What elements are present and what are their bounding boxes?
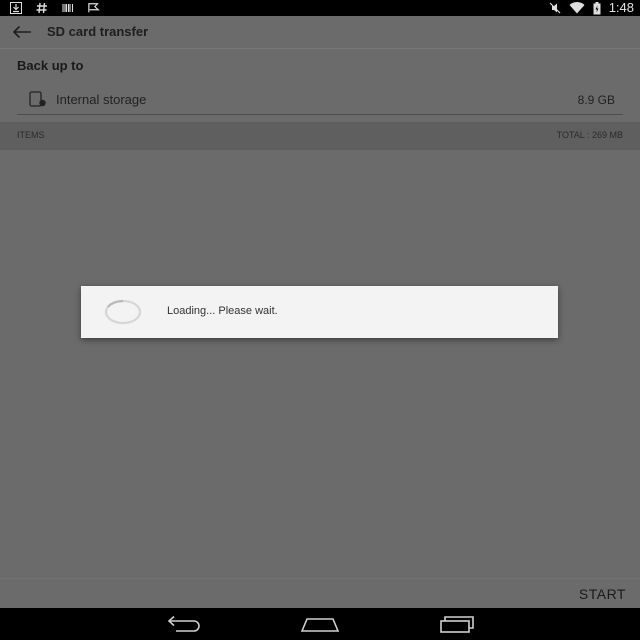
battery-icon [593, 1, 601, 14]
start-button[interactable]: START [579, 586, 626, 602]
page-title: SD card transfer [47, 24, 149, 39]
recents-icon[interactable] [439, 615, 475, 633]
toolbar: SD card transfer [0, 16, 640, 49]
loading-spinner-icon [104, 299, 142, 325]
items-header: ITEMS TOTAL : 269 MB [0, 122, 640, 150]
bottom-action-bar: START [0, 578, 640, 609]
loading-dialog: Loading... Please wait. [81, 286, 558, 338]
back-arrow-icon[interactable] [12, 25, 32, 39]
hash-icon [36, 2, 47, 14]
flag-icon [88, 3, 100, 13]
items-total: TOTAL : 269 MB [556, 130, 623, 140]
status-notifications [10, 0, 100, 16]
screen: 1:48 SD card transfer Back up to Interna… [0, 0, 640, 640]
storage-icon [29, 91, 46, 107]
mute-icon [549, 2, 561, 14]
backup-target-size: 8.9 GB [577, 93, 615, 107]
backup-section-label: Back up to [17, 58, 84, 73]
navigation-bar [0, 608, 640, 640]
backup-target-row[interactable]: Internal storage 8.9 GB [17, 86, 623, 115]
items-label: ITEMS [17, 130, 45, 140]
barcode-icon [62, 4, 74, 12]
backup-target-name: Internal storage [56, 92, 147, 107]
download-icon [10, 2, 22, 14]
clock: 1:48 [608, 0, 634, 15]
loading-message: Loading... Please wait. [167, 305, 278, 317]
status-system: 1:48 [549, 0, 634, 16]
wifi-icon [569, 2, 585, 14]
status-bar: 1:48 [0, 0, 640, 16]
home-icon[interactable] [300, 615, 340, 633]
back-icon[interactable] [166, 615, 202, 633]
